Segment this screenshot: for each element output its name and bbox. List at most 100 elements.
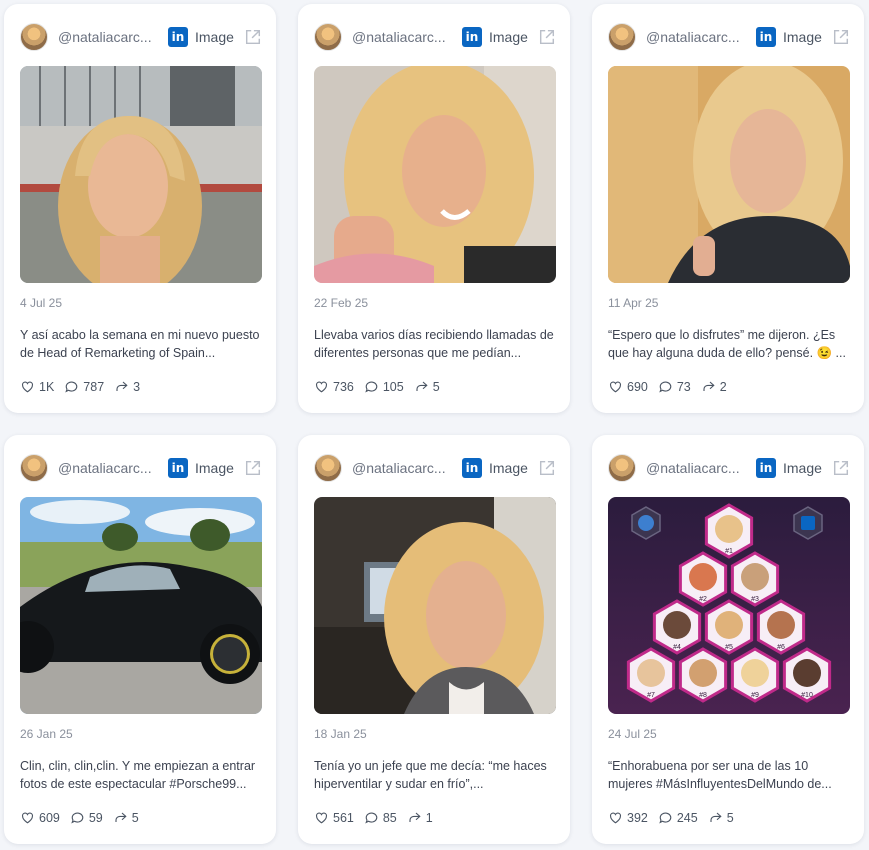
post-caption: Clin, clin, clin,clin. Y me empiezan a e… <box>20 759 256 791</box>
post-type-label: Image <box>489 29 528 45</box>
likes-count: 609 <box>39 810 60 825</box>
comments-count: 105 <box>382 379 404 394</box>
heart-icon <box>610 812 621 824</box>
shares-count: 3 <box>133 379 141 394</box>
shares-stat: 5 <box>414 379 440 394</box>
author-handle[interactable]: @nataliacarc... <box>58 29 154 45</box>
post-image[interactable] <box>608 66 850 283</box>
post-caption: Llevaba varios días recibiendo llamadas … <box>314 328 554 360</box>
comments-stat: 73 <box>658 379 691 394</box>
avatar <box>314 454 342 482</box>
likes-count: 736 <box>333 379 354 394</box>
ranking-badge: #6 <box>777 644 785 651</box>
shares-count: 5 <box>726 810 734 825</box>
ranking-badge: #5 <box>725 644 733 651</box>
ranking-portrait <box>689 563 717 591</box>
post-caption: “Espero que lo disfrutes” me dijeron. ¿E… <box>608 328 846 360</box>
post-caption: Y así acabo la semana en mi nuevo puesto… <box>20 328 260 360</box>
likes-count: 690 <box>627 379 648 394</box>
post-stats: 690 73 2 <box>608 379 737 394</box>
likes-stat: 690 <box>608 379 648 394</box>
post-date: 26 Jan 25 <box>20 727 73 741</box>
ranking-portrait <box>793 659 821 687</box>
post-date: 18 Jan 25 <box>314 727 367 741</box>
external-link-icon[interactable] <box>832 28 850 46</box>
comment-icon <box>365 812 378 824</box>
avatar <box>608 23 636 51</box>
likes-stat: 392 <box>608 810 648 825</box>
comment-icon <box>659 381 672 393</box>
heart-icon <box>316 812 327 824</box>
shares-stat: 3 <box>114 379 140 394</box>
post-card[interactable]: @nataliacarc... in Image #1 #2 #3 #4 #5 #6 #7 #… <box>592 435 864 844</box>
post-date: 22 Feb 25 <box>314 296 369 310</box>
ranking-badge: #2 <box>699 596 707 603</box>
share-icon <box>116 381 128 391</box>
comments-stat: 787 <box>64 379 104 394</box>
ranking-badge: #1 <box>725 548 733 555</box>
post-stats: 392 245 5 <box>608 810 744 825</box>
external-link-icon[interactable] <box>538 28 556 46</box>
card-header: @nataliacarc... in Image <box>608 22 850 52</box>
comment-icon <box>71 812 84 824</box>
post-image[interactable] <box>314 66 556 283</box>
comments-stat: 245 <box>658 810 698 825</box>
post-card[interactable]: @nataliacarc... in Image 4 Jul 25 Y así … <box>4 4 276 413</box>
avatar <box>20 23 48 51</box>
likes-count: 561 <box>333 810 354 825</box>
share-icon <box>416 381 428 391</box>
ranking-portrait <box>741 659 769 687</box>
comment-icon <box>365 381 378 393</box>
shares-stat: 5 <box>113 810 139 825</box>
share-icon <box>115 812 127 822</box>
post-type-label: Image <box>783 460 822 476</box>
card-header: @nataliacarc... in Image <box>20 22 262 52</box>
author-handle[interactable]: @nataliacarc... <box>58 460 154 476</box>
author-handle[interactable]: @nataliacarc... <box>646 29 742 45</box>
post-card[interactable]: @nataliacarc... in Image 22 Feb 25 Lleva… <box>298 4 570 413</box>
comments-stat: 59 <box>70 810 103 825</box>
post-image[interactable]: #1 #2 #3 #4 #5 #6 #7 #8 #9 #10 <box>608 497 850 714</box>
linkedin-icon: in <box>462 458 482 478</box>
ranking-portrait <box>689 659 717 687</box>
comment-icon <box>65 381 78 393</box>
post-card[interactable]: @nataliacarc... in Image 26 Jan 25 Clin,… <box>4 435 276 844</box>
post-card[interactable]: @nataliacarc... in Image 11 Apr 25 “Espe… <box>592 4 864 413</box>
author-handle[interactable]: @nataliacarc... <box>352 29 448 45</box>
comments-count: 85 <box>382 810 397 825</box>
likes-stat: 561 <box>314 810 354 825</box>
post-card[interactable]: @nataliacarc... in Image 18 Jan 25 Tenía… <box>298 435 570 844</box>
post-stats: 1K 787 3 <box>20 379 150 394</box>
post-image[interactable] <box>314 497 556 714</box>
ranking-portrait <box>767 611 795 639</box>
shares-stat: 5 <box>708 810 734 825</box>
external-link-icon[interactable] <box>832 459 850 477</box>
shares-count: 1 <box>425 810 433 825</box>
external-link-icon[interactable] <box>538 459 556 477</box>
ranking-badge: #8 <box>699 692 707 699</box>
shares-count: 5 <box>131 810 139 825</box>
heart-icon <box>316 381 327 393</box>
comments-count: 73 <box>676 379 691 394</box>
post-type-label: Image <box>195 460 234 476</box>
ranking-badge: #7 <box>647 692 655 699</box>
post-type-label: Image <box>783 29 822 45</box>
likes-stat: 609 <box>20 810 60 825</box>
post-image[interactable] <box>20 497 262 714</box>
likes-count: 392 <box>627 810 648 825</box>
external-link-icon[interactable] <box>244 28 262 46</box>
comments-stat: 105 <box>364 379 404 394</box>
author-handle[interactable]: @nataliacarc... <box>352 460 448 476</box>
card-header: @nataliacarc... in Image <box>314 22 556 52</box>
card-header: @nataliacarc... in Image <box>608 453 850 483</box>
comments-count: 787 <box>83 379 105 394</box>
card-header: @nataliacarc... in Image <box>20 453 262 483</box>
author-handle[interactable]: @nataliacarc... <box>646 460 742 476</box>
post-image[interactable] <box>20 66 262 283</box>
external-link-icon[interactable] <box>244 459 262 477</box>
ranking-badge: #10 <box>801 692 813 699</box>
ranking-badge: #9 <box>751 692 759 699</box>
avatar <box>608 454 636 482</box>
linkedin-icon: in <box>462 27 482 47</box>
post-caption: “Enhorabuena por ser una de las 10 mujer… <box>608 759 832 791</box>
